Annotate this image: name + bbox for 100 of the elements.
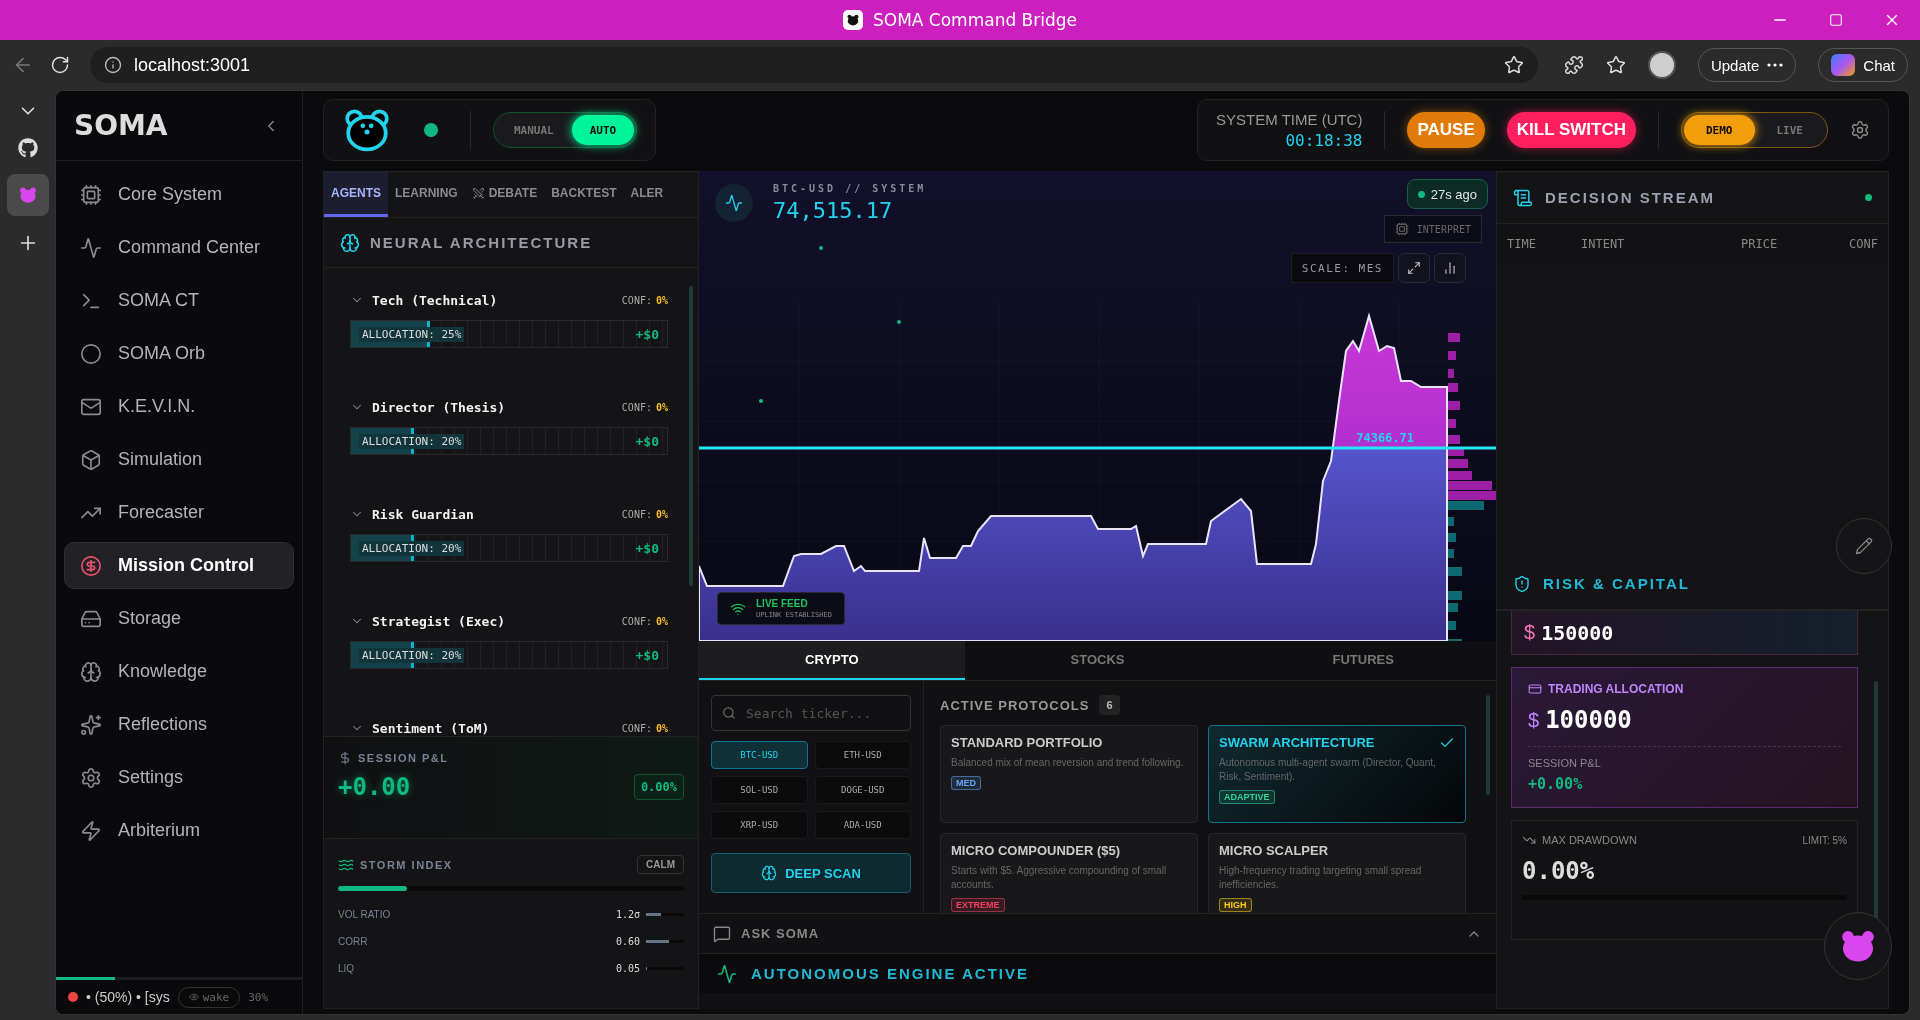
protocol-name: MICRO SCALPER	[1219, 843, 1330, 858]
risk-tag: EXTREME	[951, 898, 1005, 912]
expand-button[interactable]	[1398, 253, 1430, 283]
search-box[interactable]: Search ticker...	[711, 695, 911, 731]
nav-item[interactable]: Command Center	[64, 224, 294, 271]
eye-icon	[188, 992, 199, 1002]
status-dot	[68, 992, 78, 1002]
panel-tab[interactable]: AGENTS	[324, 172, 388, 217]
nav-item[interactable]: SOMA CT	[64, 277, 294, 324]
nav-item[interactable]: Simulation	[64, 436, 294, 483]
agent-name: Tech (Technical)	[372, 292, 499, 308]
favorites-icon[interactable]	[1605, 55, 1626, 75]
conf-value: 0%	[655, 615, 668, 627]
status-dot	[1865, 194, 1872, 201]
star-icon[interactable]	[1503, 55, 1524, 75]
conf-value: 0%	[655, 722, 668, 734]
system-time: 00:18:38	[1285, 130, 1363, 150]
feed-title: LIVE FEED	[756, 598, 809, 609]
chat-bubble-icon	[713, 924, 731, 943]
engine-status: AUTONOMOUS ENGINE ACTIVE	[751, 965, 1030, 982]
nav-item[interactable]: Mission Control	[64, 542, 294, 589]
symbol-label: BTC-USD // SYSTEM	[773, 183, 927, 194]
protocol-description: High-frequency trading targeting small spread inefficiencies.	[1219, 864, 1423, 892]
ticker-button[interactable]: ADA-USD	[814, 811, 911, 839]
nav-item[interactable]: Storage	[64, 595, 294, 642]
pulse-icon	[725, 194, 743, 212]
pnl-value: +$0	[635, 647, 659, 663]
agent-name: Strategist (Exec)	[372, 613, 507, 629]
conf-value: 0%	[655, 401, 668, 413]
github-icon[interactable]	[17, 138, 38, 158]
nav-item[interactable]: K.E.V.I.N.	[64, 383, 294, 430]
mode-option[interactable]: MANUAL	[496, 115, 572, 145]
more-icon	[1767, 63, 1784, 67]
brain-icon	[761, 865, 778, 881]
search-field[interactable]: Search ticker...	[744, 704, 900, 722]
agent-name: Risk Guardian	[372, 506, 475, 522]
protocols-title: ACTIVE PROTOCOLS	[940, 697, 1090, 713]
time-label: SYSTEM TIME (UTC)	[1216, 110, 1363, 128]
conf-label: CONF:	[621, 722, 652, 734]
cpu-icon	[80, 183, 102, 206]
metric-label: CORR	[338, 936, 369, 947]
avatar-icon[interactable]	[1647, 51, 1676, 79]
conf-value: 0%	[655, 294, 668, 306]
panel-tab[interactable]: LEARNING	[388, 172, 465, 217]
metric-value: 0.60	[615, 936, 640, 947]
puzzle-icon[interactable]	[1563, 55, 1584, 75]
protocol-card[interactable]: MICRO COMPOUNDER ($5) Starts with $5. Aggressive compounding of small accounts. EXTREME	[940, 833, 1198, 913]
metric-label: VOL RATIO	[338, 909, 392, 920]
bar-chart-icon	[1443, 261, 1457, 275]
swords-icon	[471, 186, 485, 200]
ticker-button[interactable]: XRP-USD	[711, 811, 808, 839]
nav-item[interactable]: Arbiterium	[64, 807, 294, 854]
panel-tab[interactable]: ALER	[623, 172, 671, 217]
maximize-icon[interactable]	[1829, 13, 1843, 27]
protocol-name: MICRO COMPOUNDER ($5)	[951, 843, 1121, 858]
panel-tab[interactable]: BACKTEST	[544, 172, 624, 217]
nav-item[interactable]: Reflections	[64, 701, 294, 748]
pencil-icon	[1855, 537, 1873, 555]
agent-name: Director (Thesis)	[372, 399, 507, 415]
scroll-icon	[1513, 187, 1533, 208]
panel-tab[interactable]: DEBATE	[464, 172, 545, 217]
dollar-icon	[80, 554, 102, 577]
protocol-name: SWARM ARCHITECTURE	[1219, 735, 1376, 750]
ticker-button[interactable]: SOL-USD	[711, 776, 808, 804]
pulse-icon	[80, 236, 102, 259]
ticker-button[interactable]: DOGE-USD	[814, 776, 911, 804]
currency-symbol: $	[1524, 621, 1536, 644]
ticker-button[interactable]: ETH-USD	[814, 741, 911, 769]
chat-button[interactable]: Chat	[1818, 48, 1908, 82]
app-tab-button[interactable]	[6, 174, 49, 216]
address-field[interactable]: localhost:3001	[90, 47, 1538, 83]
currency-symbol: $	[1528, 708, 1540, 732]
nav-item[interactable]: Forecaster	[64, 489, 294, 536]
nav-item[interactable]: SOMA Orb	[64, 330, 294, 377]
cpu-icon	[1394, 222, 1409, 236]
environment-option[interactable]: DEMO	[1684, 115, 1755, 145]
nav-item[interactable]: Knowledge	[64, 648, 294, 695]
update-button[interactable]: Update	[1697, 48, 1797, 82]
reload-icon[interactable]	[50, 55, 70, 75]
mode-option[interactable]: AUTO	[571, 115, 635, 145]
market-tab[interactable]: CRYPTO	[699, 641, 965, 680]
nav-item[interactable]: Core System	[64, 171, 294, 218]
kill-switch-button[interactable]: KILL SWITCH	[1506, 112, 1636, 148]
pulse-icon	[717, 963, 737, 984]
section-title: NEURAL ARCHITECTURE	[370, 234, 593, 251]
pnl-label: SESSION P&L	[1528, 757, 1602, 769]
environment-option[interactable]: LIVE	[1754, 115, 1825, 145]
pulse-button[interactable]	[715, 184, 753, 222]
protocol-card[interactable]: STANDARD PORTFOLIO Balanced mix of mean reversion and trend following. MED	[940, 725, 1198, 823]
protocol-card[interactable]: MICRO SCALPER High-frequency trading targeting small spread inefficiencies. HIGH	[1208, 833, 1466, 913]
cube-icon	[80, 448, 102, 471]
ticker-button[interactable]: BTC-USD	[711, 741, 808, 769]
protocol-card[interactable]: SWARM ARCHITECTURE Autonomous multi-agent swarm (Director, Quant, Risk, Sentiment). ADAPTIVE	[1208, 725, 1466, 823]
nav-item[interactable]: Settings	[64, 754, 294, 801]
settings-icon[interactable]	[1850, 120, 1870, 140]
price-line-label: 74366.71	[1356, 431, 1414, 445]
metric-label: LIQ	[338, 963, 356, 974]
chart-mode-button[interactable]	[1434, 253, 1466, 283]
allocation-text: ALLOCATION: 20%	[359, 647, 465, 663]
deep-scan-button[interactable]: DEEP SCAN	[711, 853, 911, 893]
